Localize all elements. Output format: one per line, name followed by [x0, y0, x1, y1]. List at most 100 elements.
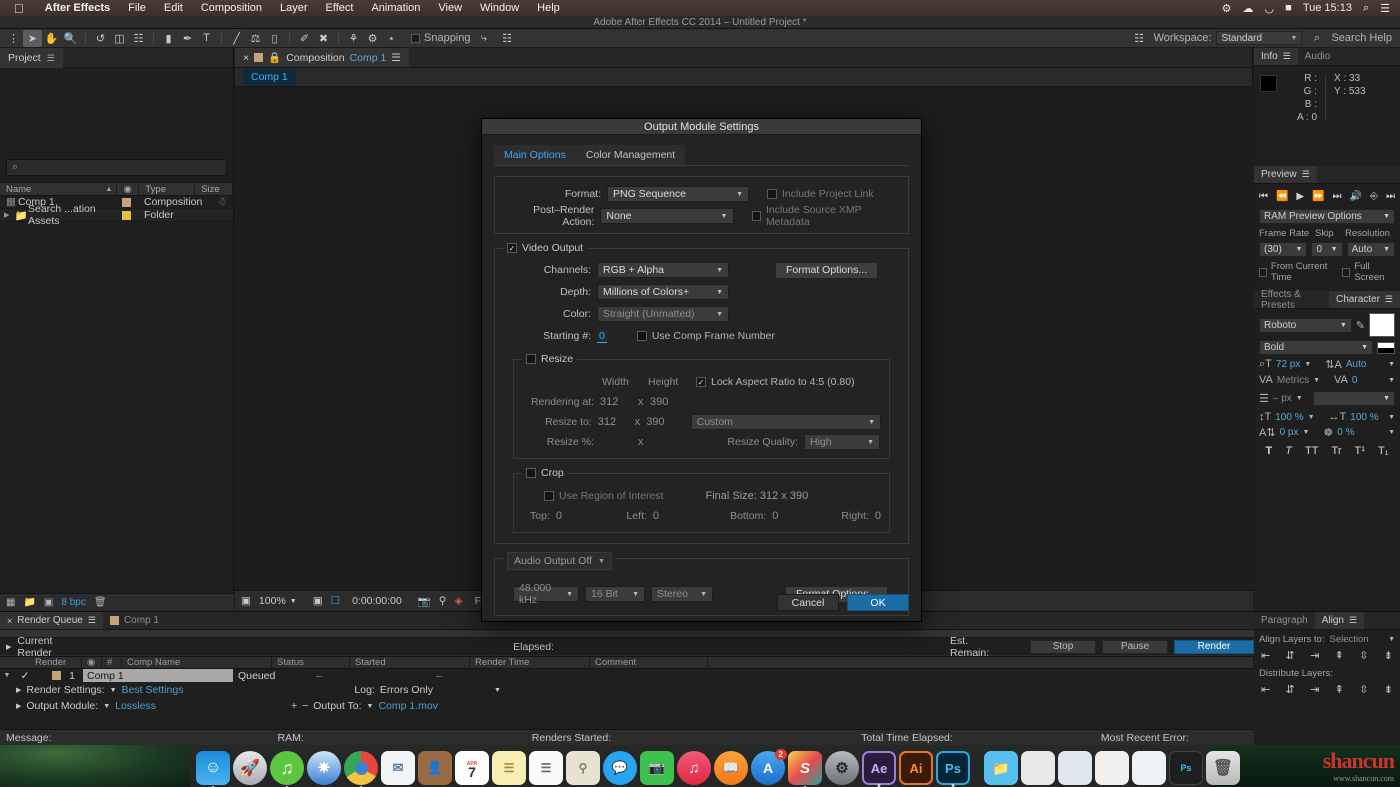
resize-to-width[interactable]: 312 — [598, 416, 635, 428]
notes-icon[interactable]: ☰ — [492, 751, 526, 785]
final-size-label: Final Size: 312 x 390 — [705, 490, 809, 502]
video-output-checkbox[interactable]: ✓ — [507, 243, 517, 253]
app-store-icon[interactable]: A2 — [751, 749, 787, 785]
width-header: Width — [602, 376, 629, 388]
chevron-down-icon: ▼ — [566, 590, 573, 598]
use-comp-frame-number-checkbox[interactable] — [636, 331, 647, 341]
video-output-legend[interactable]: ✓ Video Output — [503, 242, 588, 254]
illustrator-icon[interactable]: Ai — [899, 751, 933, 785]
resize-to-height[interactable]: 390 — [646, 416, 691, 428]
cancel-button[interactable]: Cancel — [777, 594, 839, 611]
reminders-icon[interactable]: ☰ — [529, 751, 563, 785]
include-xmp-checkbox[interactable] — [751, 211, 761, 221]
audio-output-legend[interactable]: Audio Output Off ▼ — [503, 552, 616, 570]
watermark: shancun www.shancun.com — [1323, 748, 1395, 783]
crop-legend[interactable]: Crop — [522, 467, 568, 479]
ok-button[interactable]: OK — [847, 594, 909, 611]
include-project-link-row[interactable]: Include Project Link — [767, 188, 874, 200]
ibooks-icon[interactable]: 📖 — [714, 751, 748, 785]
rendering-at-width: 312 — [600, 396, 619, 408]
mail-icon[interactable]: ✉ — [381, 751, 415, 785]
audio-output-label: Audio Output Off — [514, 555, 593, 567]
resize-label: Resize — [541, 353, 574, 365]
resize-preset-value: Custom — [696, 416, 733, 428]
format-select[interactable]: PNG Sequence ▼ — [607, 186, 749, 202]
application-window:  After Effects File Edit Composition La… — [0, 0, 1400, 787]
finder-icon[interactable]: ☺ — [196, 751, 230, 787]
minimized-window-2[interactable] — [1058, 751, 1092, 785]
resize-checkbox[interactable] — [526, 354, 536, 364]
crop-checkbox[interactable] — [526, 468, 536, 478]
color-select[interactable]: Straight (Unmatted) ▼ — [597, 306, 729, 322]
messages-icon[interactable]: 💬 — [603, 751, 637, 785]
minimized-window-4[interactable] — [1132, 751, 1166, 785]
bottom-value[interactable]: 0 — [772, 510, 835, 522]
sketch-icon[interactable]: S — [788, 751, 822, 787]
audio-channels-value: Stereo — [657, 588, 688, 600]
bit-depth-select[interactable]: 16 Bit ▼ — [585, 586, 645, 602]
top-value[interactable]: 0 — [556, 510, 614, 522]
spotify-icon[interactable]: ♫ — [270, 751, 304, 787]
format-group: Format: PNG Sequence ▼ Include Project L… — [494, 176, 909, 234]
sample-rate-value: 48.000 kHz — [519, 582, 552, 606]
depth-value: Millions of Colors+ — [603, 286, 690, 298]
include-xmp-row[interactable]: Include Source XMP Metadata — [751, 204, 898, 228]
right-value[interactable]: 0 — [875, 510, 881, 522]
channels-label: Channels: — [543, 264, 591, 276]
tab-main-options[interactable]: Main Options — [494, 145, 576, 165]
bit-depth-value: 16 Bit — [591, 588, 618, 600]
tab-color-management[interactable]: Color Management — [575, 145, 686, 165]
chevron-down-icon: ▼ — [700, 590, 707, 598]
lock-aspect-checkbox[interactable]: ✓ — [696, 377, 706, 387]
depth-select[interactable]: Millions of Colors+ ▼ — [597, 284, 729, 300]
crop-label: Crop — [541, 467, 564, 479]
minimized-window-5[interactable]: Ps — [1169, 751, 1203, 785]
channels-value: RGB + Alpha — [603, 264, 664, 276]
left-value[interactable]: 0 — [653, 510, 720, 522]
chevron-down-icon: ▼ — [716, 310, 723, 318]
resize-quality-value: High — [810, 436, 832, 448]
trash-icon[interactable]: 🗑 — [1206, 751, 1240, 785]
sample-rate-select[interactable]: 48.000 kHz ▼ — [513, 582, 579, 606]
use-comp-frame-number-label: Use Comp Frame Number — [651, 330, 775, 342]
after-effects-icon[interactable]: Ae — [862, 751, 896, 787]
safari-icon[interactable]: ✷ — [307, 751, 341, 785]
bottom-label: Bottom: — [730, 510, 767, 522]
format-options-button[interactable]: Format Options... — [775, 261, 879, 279]
photoshop-icon[interactable]: Ps — [936, 751, 970, 787]
post-render-action-value: None — [606, 210, 632, 222]
chrome-icon[interactable] — [344, 751, 378, 787]
dialog-footer: Cancel OK — [777, 594, 909, 611]
use-region-of-interest-checkbox[interactable] — [544, 491, 554, 501]
include-project-link-checkbox[interactable] — [767, 189, 777, 199]
dialog-tabs: Main Options Color Management — [482, 135, 921, 165]
channels-select[interactable]: RGB + Alpha ▼ — [597, 262, 729, 278]
maps-icon[interactable]: ⚲ — [566, 751, 600, 785]
include-project-link-label: Include Project Link — [782, 188, 874, 200]
post-render-action-select[interactable]: None ▼ — [600, 208, 734, 224]
lock-aspect-row[interactable]: ✓ Lock Aspect Ratio to 4:5 (0.80) — [696, 376, 855, 388]
facetime-icon[interactable]: 📷 — [640, 751, 674, 785]
lock-aspect-label: Lock Aspect Ratio to 4:5 (0.80) — [711, 376, 855, 388]
video-output-group: ✓ Video Output Channels: RGB + Alpha ▼ F… — [494, 242, 909, 544]
contacts-icon[interactable]: 👤 — [418, 751, 452, 785]
use-comp-frame-number-row[interactable]: Use Comp Frame Number — [636, 330, 775, 342]
calendar-icon[interactable]: APR 7 — [455, 751, 489, 785]
resize-quality-select[interactable]: High ▼ — [804, 434, 880, 450]
resize-legend[interactable]: Resize — [522, 353, 578, 365]
audio-channels-select[interactable]: Stereo ▼ — [651, 586, 713, 602]
resize-quality-label: Resize Quality: — [727, 436, 798, 448]
resize-preset-select[interactable]: Custom ▼ — [690, 414, 881, 430]
launchpad-icon[interactable]: 🚀 — [233, 751, 267, 785]
minimized-window-3[interactable] — [1095, 751, 1129, 785]
format-value: PNG Sequence — [613, 188, 686, 200]
top-label: Top: — [530, 510, 550, 522]
itunes-icon[interactable]: ♫ — [677, 751, 711, 785]
depth-label: Depth: — [560, 286, 591, 298]
output-module-settings-dialog: Output Module Settings Main Options Colo… — [481, 118, 922, 622]
downloads-folder-icon[interactable]: 📁 — [984, 751, 1018, 785]
minimized-window-1[interactable] — [1021, 751, 1055, 785]
use-roi-row[interactable]: Use Region of Interest — [544, 490, 663, 502]
starting-number-input[interactable]: 0 — [597, 329, 607, 343]
system-preferences-icon[interactable]: ⚙ — [825, 751, 859, 785]
